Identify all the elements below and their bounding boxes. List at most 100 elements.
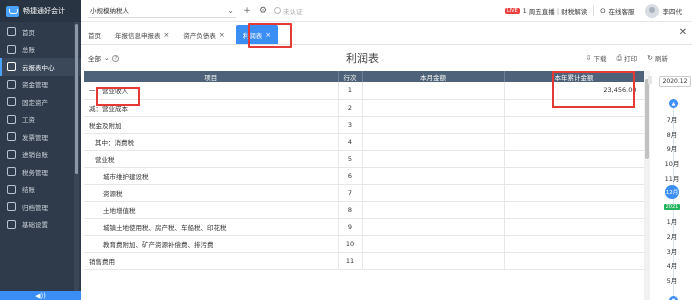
gear-icon[interactable]: ⚙ (258, 6, 268, 16)
help-icon[interactable]: ? (112, 54, 120, 62)
table-row[interactable]: 城市维护建设税 6 (84, 167, 645, 185)
sidebar-scrollbar[interactable] (74, 22, 79, 292)
row-item-cell: 其中：消费税 (84, 133, 339, 151)
sidebar-item[interactable]: 基础设置 (0, 216, 81, 234)
month-label: 8月 (666, 130, 678, 139)
ytd-amount-cell[interactable] (504, 235, 645, 253)
online-service-button[interactable]: ⭘ 在线客服 (600, 6, 634, 17)
sidebar-item[interactable]: 云报表中心 (0, 58, 81, 76)
table-row[interactable]: 一、营业收入 1 23,456.00 (84, 82, 645, 100)
close-tab-icon[interactable]: × (219, 31, 225, 39)
sidebar-item[interactable]: 税务管理 (0, 163, 81, 181)
month-item[interactable]: 8月 (652, 127, 692, 142)
sidebar-scroll-thumb[interactable] (75, 24, 78, 174)
month-amount-cell[interactable] (362, 201, 505, 219)
ytd-amount-cell[interactable] (504, 201, 645, 219)
report-action-button[interactable]: ↻ 刷新 (647, 53, 668, 63)
year-period-box[interactable]: 2020.12 (659, 76, 691, 87)
month-item[interactable]: 12月 (652, 185, 692, 200)
month-amount-cell[interactable] (362, 235, 505, 253)
sidebar-item[interactable]: 首页 (0, 23, 81, 41)
month-amount-cell[interactable] (362, 150, 505, 168)
table-row[interactable]: 资源税 7 (84, 184, 645, 202)
month-label: 5月 (666, 276, 678, 285)
scroll-up-icon[interactable]: ▲ (669, 99, 678, 108)
month-amount-cell[interactable] (362, 116, 505, 134)
month-item[interactable]: 3月 (652, 243, 692, 258)
sidebar-item[interactable]: 资金管理 (0, 76, 81, 94)
sidebar-item[interactable]: 固定资产 (0, 93, 81, 111)
ytd-amount-cell[interactable] (504, 252, 645, 270)
sidebar-item[interactable]: 结账 (0, 181, 81, 199)
month-amount-cell[interactable] (362, 99, 505, 117)
close-tab-icon[interactable]: × (164, 31, 170, 39)
sidebar-item[interactable]: 进销台账 (0, 146, 81, 164)
close-tab-icon[interactable]: × (265, 31, 271, 39)
table-scrollbar[interactable] (644, 71, 650, 300)
sound-toggle-button[interactable]: ◀)) (0, 291, 81, 300)
income-statement-table: 项目 行次 本月金额 本年累计金额 一、营业收入 1 23,456.00 减：营业成本 2 税金… (84, 71, 645, 270)
month-amount-cell[interactable] (362, 133, 505, 151)
sidebar-item[interactable]: 发票管理 (0, 128, 81, 146)
table-scroll-thumb[interactable] (645, 79, 649, 159)
report-action-button[interactable]: ⎙ 打印 (617, 53, 638, 64)
month-amount-cell[interactable] (362, 167, 505, 185)
month-item[interactable]: 4月 (652, 258, 692, 273)
month-amount-cell[interactable] (362, 184, 505, 202)
month-item[interactable]: 5月 (652, 273, 692, 288)
ytd-amount-cell[interactable] (504, 150, 645, 168)
live-notice[interactable]: LIVE 1 周五直播｜财税解读 (504, 6, 587, 16)
tab-label: 首页 (88, 31, 101, 40)
month-item[interactable]: 10月 (652, 156, 692, 171)
month-item[interactable]: 1月 (652, 214, 692, 229)
table-row[interactable]: 城镇土地使用税、房产税、车船税、印花税 9 (84, 218, 645, 236)
scroll-down-icon[interactable]: ▼ (669, 296, 678, 300)
close-icon[interactable]: ✕ (679, 27, 687, 38)
user-name[interactable]: 李四代 (663, 6, 683, 16)
sidebar-item-label: 进销台账 (22, 151, 48, 160)
table-row[interactable]: 税金及附加 3 (84, 116, 645, 134)
ytd-amount-cell[interactable] (504, 116, 645, 134)
add-icon[interactable]: + (242, 6, 252, 16)
app-logo[interactable]: 畅捷通好会计 (0, 0, 81, 22)
month-item[interactable]: 11月 (652, 170, 692, 185)
table-row[interactable]: 销售费用 11 (84, 252, 645, 270)
month-item[interactable]: 2月 (652, 229, 692, 244)
ytd-amount-cell[interactable] (504, 167, 645, 185)
close-icon (7, 184, 16, 194)
ytd-amount-cell[interactable] (504, 99, 645, 117)
ytd-amount-cell[interactable]: 23,456.00 (504, 82, 645, 100)
report-icon (7, 62, 16, 72)
month-amount-cell[interactable] (362, 82, 505, 100)
tab[interactable]: 年报信息申报表 × (108, 25, 176, 44)
period-filter[interactable]: 全部 ⌄ ? (88, 53, 120, 63)
month-amount-cell[interactable] (362, 252, 505, 270)
month-label: 2月 (666, 233, 678, 242)
company-selector[interactable]: 小规模纳税人 ⌄ (88, 4, 236, 18)
tab[interactable]: 利润表 × (235, 25, 279, 44)
tab[interactable]: 首页 (81, 25, 108, 44)
sidebar-item[interactable]: 归档管理 (0, 198, 81, 216)
month-item[interactable]: 7月 (652, 112, 692, 127)
sidebar-item[interactable]: 工资 (0, 111, 81, 129)
report-action-button[interactable]: ⇩ 下载 (586, 53, 607, 63)
month-amount-cell[interactable] (362, 218, 505, 236)
ytd-amount-cell[interactable] (504, 184, 645, 202)
ytd-amount-cell[interactable] (504, 133, 645, 151)
table-row[interactable]: 教育费附加、矿产资源补偿费、排污费 10 (84, 235, 645, 253)
sidebar-item-label: 云报表中心 (22, 63, 55, 72)
verify-status[interactable]: 未认证 (274, 6, 303, 16)
table-row[interactable]: 营业税 5 (84, 150, 645, 168)
ytd-amount-cell[interactable] (504, 218, 645, 236)
table-row[interactable]: 其中：消费税 4 (84, 133, 645, 151)
sidebar-item[interactable]: 总账 (0, 41, 81, 59)
table-row[interactable]: 减：营业成本 2 (84, 99, 645, 117)
table-row[interactable]: 土地增值税 8 (84, 201, 645, 219)
row-line-cell: 4 (338, 133, 363, 151)
month-item[interactable]: 9月 (652, 141, 692, 156)
chevron-down-icon: ⌄ (104, 54, 110, 62)
row-line-cell: 2 (338, 99, 363, 117)
avatar[interactable] (644, 4, 659, 18)
tab[interactable]: 资产负债表 × (176, 25, 231, 44)
year-marker[interactable]: 2021 (652, 200, 692, 215)
